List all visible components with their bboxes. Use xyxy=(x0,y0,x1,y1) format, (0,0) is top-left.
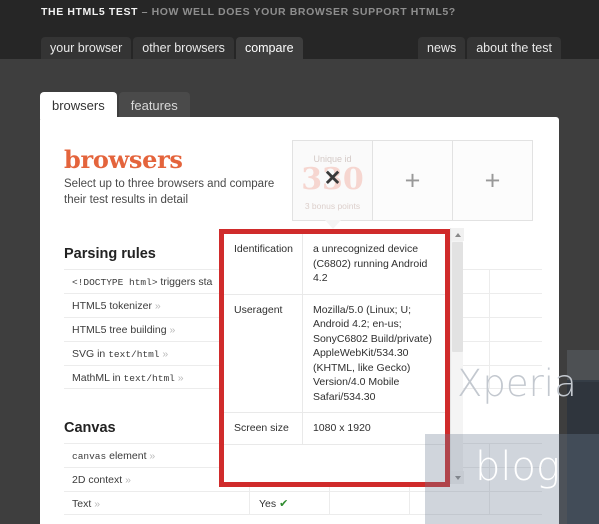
chevron-right-icon: » xyxy=(177,372,184,384)
row-key: Identification xyxy=(224,234,303,294)
feature-label: MathML in xyxy=(72,372,124,384)
slot-bonus-points: 3 bonus points xyxy=(304,201,361,211)
row-key: Screen size xyxy=(224,412,303,444)
page-title: browsers xyxy=(64,145,183,174)
brand-tagline: – HOW WELL DOES YOUR BROWSER SUPPORT HTM… xyxy=(141,6,456,18)
browser-slot-2[interactable]: + xyxy=(372,140,453,221)
nav-item-about-the-test[interactable]: about the test xyxy=(467,37,561,59)
answer-value: Yes xyxy=(259,498,277,510)
answer-cell xyxy=(329,492,410,514)
feature-row-text[interactable]: Text » xyxy=(64,491,250,515)
plus-icon[interactable]: + xyxy=(373,167,452,194)
nav-item-compare[interactable]: compare xyxy=(235,37,303,59)
page-subtitle: Select up to three browsers and compare … xyxy=(64,178,275,206)
answer-cell: Yes ✔ xyxy=(249,492,330,514)
answer-cell xyxy=(409,492,490,514)
row-value: 1080 x 1920 xyxy=(312,422,371,434)
chevron-right-icon: » xyxy=(94,498,101,510)
feature-code: canvas xyxy=(72,451,107,462)
feature-label: HTML5 tokenizer xyxy=(72,300,152,312)
browser-slot-row: Unique id 330 ✕ 3 bonus points + + xyxy=(292,140,533,229)
table-row: Yes ✔ xyxy=(249,491,542,515)
tab-features[interactable]: features xyxy=(118,92,190,119)
card-tab-strip: browsers features xyxy=(40,92,190,119)
chevron-right-icon: » xyxy=(169,324,176,336)
browser-slot-1[interactable]: Unique id 330 ✕ 3 bonus points xyxy=(292,140,373,229)
nav-left-group: your browser other browsers compare xyxy=(41,26,303,59)
nav-item-news[interactable]: news xyxy=(418,37,466,59)
nav-right-group: news about the test xyxy=(418,26,561,59)
chevron-right-icon: » xyxy=(154,300,161,312)
page-root: THE HTML5 TEST – HOW WELL DOES YOUR BROW… xyxy=(0,0,599,524)
chevron-right-icon: » xyxy=(162,348,169,360)
top-header-bar: THE HTML5 TEST – HOW WELL DOES YOUR BROW… xyxy=(0,0,599,26)
device-info-popup: Identification a unrecognized device (C6… xyxy=(219,229,450,487)
site-brand: THE HTML5 TEST – HOW WELL DOES YOUR BROW… xyxy=(41,6,456,18)
row-value: a unrecognized device (C6802) running An… xyxy=(312,243,428,284)
feature-label: 2D context xyxy=(72,474,123,486)
main-navigation: your browser other browsers compare news… xyxy=(0,26,599,59)
feature-label: Text xyxy=(72,498,92,510)
scrollbar-thumb[interactable] xyxy=(452,242,463,352)
feature-label: triggers sta xyxy=(157,276,213,288)
nav-item-your-browser[interactable]: your browser xyxy=(41,37,132,59)
feature-label: element xyxy=(106,450,147,462)
tab-browsers[interactable]: browsers xyxy=(40,92,117,119)
table-row-screen-size: Screen size 1080 x 1920 xyxy=(224,412,445,444)
feature-label: SVG in xyxy=(72,348,109,360)
browser-slot-3[interactable]: + xyxy=(452,140,533,221)
vertical-scrollbar[interactable] xyxy=(450,228,464,484)
watermark-shade-top-right xyxy=(567,350,599,382)
device-info-table: Identification a unrecognized device (C6… xyxy=(224,234,445,445)
chevron-right-icon: » xyxy=(149,450,156,462)
table-row-useragent: Useragent Mozilla/5.0 (Linux; U; Android… xyxy=(224,294,445,413)
feature-label: HTML5 tree building xyxy=(72,324,167,336)
plus-icon[interactable]: + xyxy=(453,167,532,194)
nav-item-other-browsers[interactable]: other browsers xyxy=(133,37,234,59)
row-value: Mozilla/5.0 (Linux; U; Android 4.2; en-u… xyxy=(312,303,433,403)
check-icon: ✔ xyxy=(279,498,289,510)
row-key: Useragent xyxy=(224,294,303,413)
chevron-up-icon[interactable] xyxy=(451,228,464,241)
close-x-icon[interactable]: ✕ xyxy=(293,168,372,189)
slot-caret-icon xyxy=(324,220,341,229)
chevron-down-icon[interactable] xyxy=(451,471,464,484)
watermark-shade-right xyxy=(567,380,599,524)
feature-code: <!DOCTYPE html> xyxy=(72,277,158,288)
brand-title: THE HTML5 TEST xyxy=(41,6,139,18)
table-row-identification: Identification a unrecognized device (C6… xyxy=(224,234,445,294)
chevron-right-icon: » xyxy=(125,474,131,486)
feature-code: text/html xyxy=(123,373,175,384)
feature-code: text/html xyxy=(108,349,160,360)
